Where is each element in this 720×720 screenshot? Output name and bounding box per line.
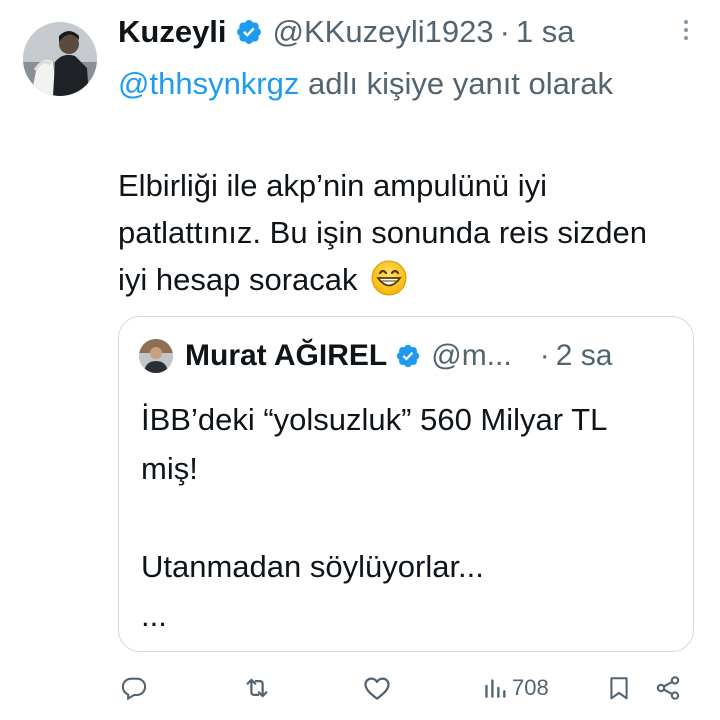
quoted-verified-badge-icon bbox=[395, 343, 421, 369]
quoted-text: İBB’deki “yolsuzluk” 560 Milyar TL miş! … bbox=[141, 395, 671, 640]
time-separator: · bbox=[499, 14, 510, 49]
quoted-text-line: ... bbox=[141, 598, 167, 633]
timestamp[interactable]: 1 sa bbox=[516, 14, 575, 50]
retweet-button[interactable] bbox=[242, 668, 272, 708]
avatar-image bbox=[23, 22, 97, 96]
quoted-text-line: İBB’deki “yolsuzluk” 560 Milyar TL miş! bbox=[141, 402, 607, 486]
share-icon bbox=[654, 674, 682, 702]
author-display-name[interactable]: Kuzeyli bbox=[118, 14, 227, 50]
avatar[interactable] bbox=[23, 22, 97, 96]
views-icon bbox=[482, 675, 508, 701]
bookmark-button[interactable] bbox=[606, 668, 632, 708]
quoted-avatar[interactable] bbox=[139, 339, 173, 373]
reply-context-text: adlı kişiye yanıt olarak bbox=[299, 66, 613, 101]
like-icon bbox=[362, 673, 392, 703]
reply-icon bbox=[120, 674, 148, 702]
quoted-text-line: Utanmadan söylüyorlar... bbox=[141, 549, 484, 584]
retweet-icon bbox=[242, 673, 272, 703]
quoted-display-name: Murat AĞIREL bbox=[185, 339, 388, 372]
quoted-text-spacer bbox=[141, 493, 671, 542]
author-handle[interactable]: @KKuzeyli1923 bbox=[273, 14, 494, 50]
tweet-header: Kuzeyli @KKuzeyli1923 · 1 sa bbox=[118, 12, 698, 52]
reply-context: @thhsynkrgz adlı kişiye yanıt olarak bbox=[118, 60, 678, 108]
quoted-avatar-image bbox=[139, 339, 173, 373]
reply-mention-link[interactable]: @thhsynkrgz bbox=[118, 66, 299, 101]
action-bar: 708 bbox=[118, 668, 698, 708]
quoted-tweet[interactable]: Murat AĞIREL @m... · 2 sa İBB’deki “yols… bbox=[118, 316, 694, 652]
views-count: 708 bbox=[512, 675, 549, 700]
quoted-time-separator: · bbox=[539, 339, 550, 372]
quoted-handle: @m... bbox=[431, 339, 512, 372]
like-button[interactable] bbox=[362, 668, 392, 708]
views-button[interactable]: 708 bbox=[482, 668, 549, 708]
quoted-header: Murat AĞIREL @m... · 2 sa bbox=[185, 335, 612, 377]
tweet[interactable]: Kuzeyli @KKuzeyli1923 · 1 sa @thhsynkrgz… bbox=[0, 0, 720, 720]
reply-button[interactable] bbox=[120, 668, 148, 708]
tweet-text: Elbirliği ile akp’nin ampulünü iyi patla… bbox=[118, 162, 678, 303]
share-button[interactable] bbox=[654, 668, 682, 708]
quoted-timestamp: 2 sa bbox=[555, 339, 613, 372]
grinning-face-emoji-icon bbox=[370, 259, 408, 297]
verified-badge-icon bbox=[235, 18, 263, 46]
bookmark-icon bbox=[606, 674, 632, 702]
more-options-icon[interactable] bbox=[674, 12, 698, 48]
